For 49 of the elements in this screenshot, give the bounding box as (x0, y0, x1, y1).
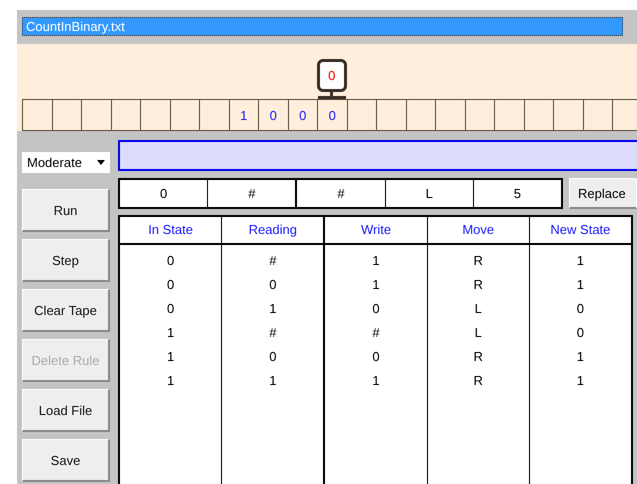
column-header: New State (530, 217, 632, 245)
tape-cell[interactable]: 0 (317, 100, 346, 130)
table-cell-text: 1 (268, 300, 278, 318)
table-cell-text: 1 (576, 252, 586, 270)
table-cell-text: 0 (371, 348, 381, 366)
column-header: Move (428, 217, 529, 245)
table-cell-text: R (472, 372, 484, 390)
table-cell-text: 0 (371, 300, 381, 318)
action-button[interactable]: Clear Tape (22, 289, 110, 332)
action-button[interactable]: Load File (22, 389, 110, 432)
table-cell-text: 1 (371, 372, 381, 390)
table-cell-text: 1 (371, 252, 381, 270)
table-cell-text: 1 (576, 348, 586, 366)
table-cell-text: 1 (166, 372, 176, 390)
table-cell-text: 0 (166, 252, 176, 270)
table-cell-text: 0 (576, 324, 586, 342)
table-cell-text: 1 (371, 276, 381, 294)
column-header: In State (120, 217, 222, 245)
action-button[interactable]: Run (22, 189, 110, 232)
column-header: Write (325, 217, 427, 245)
table-cell-text: 0 (576, 300, 586, 318)
table-cell-text: 0 (268, 276, 278, 294)
table-cell-text: L (474, 300, 483, 318)
table-cell-text: # (268, 252, 278, 270)
replace-button[interactable]: Replace (569, 178, 637, 209)
head-state: 0 (328, 68, 336, 83)
column-header: Reading (222, 217, 324, 245)
caret-icon (97, 160, 105, 165)
table-cell-text: 1 (576, 372, 586, 390)
table-cell-text: 1 (268, 372, 278, 390)
table-cell-text: 0 (166, 300, 176, 318)
table-cell-text: R (472, 252, 484, 270)
table-cell-text: L (474, 324, 483, 342)
table-cell-text: # (268, 324, 278, 342)
tape-cell[interactable]: 0 (258, 100, 288, 130)
action-button[interactable]: Step (22, 239, 110, 282)
table-cell-text: 0 (166, 276, 176, 294)
table-cell-text: R (472, 276, 484, 294)
input-field[interactable] (118, 140, 637, 171)
table-cell-text: R (472, 348, 484, 366)
table-cell-text: 1 (576, 276, 586, 294)
table-cell-text: # (371, 324, 381, 342)
table-cell-text: 1 (166, 348, 176, 366)
speed-dropdown[interactable]: Moderate (22, 152, 110, 173)
table-cell-text: 0 (268, 348, 278, 366)
action-button[interactable]: Save (22, 439, 110, 482)
table-cell-text: 1 (166, 324, 176, 342)
tape-cell[interactable]: 1 (228, 100, 258, 130)
tape-cell[interactable]: 0 (288, 100, 317, 130)
